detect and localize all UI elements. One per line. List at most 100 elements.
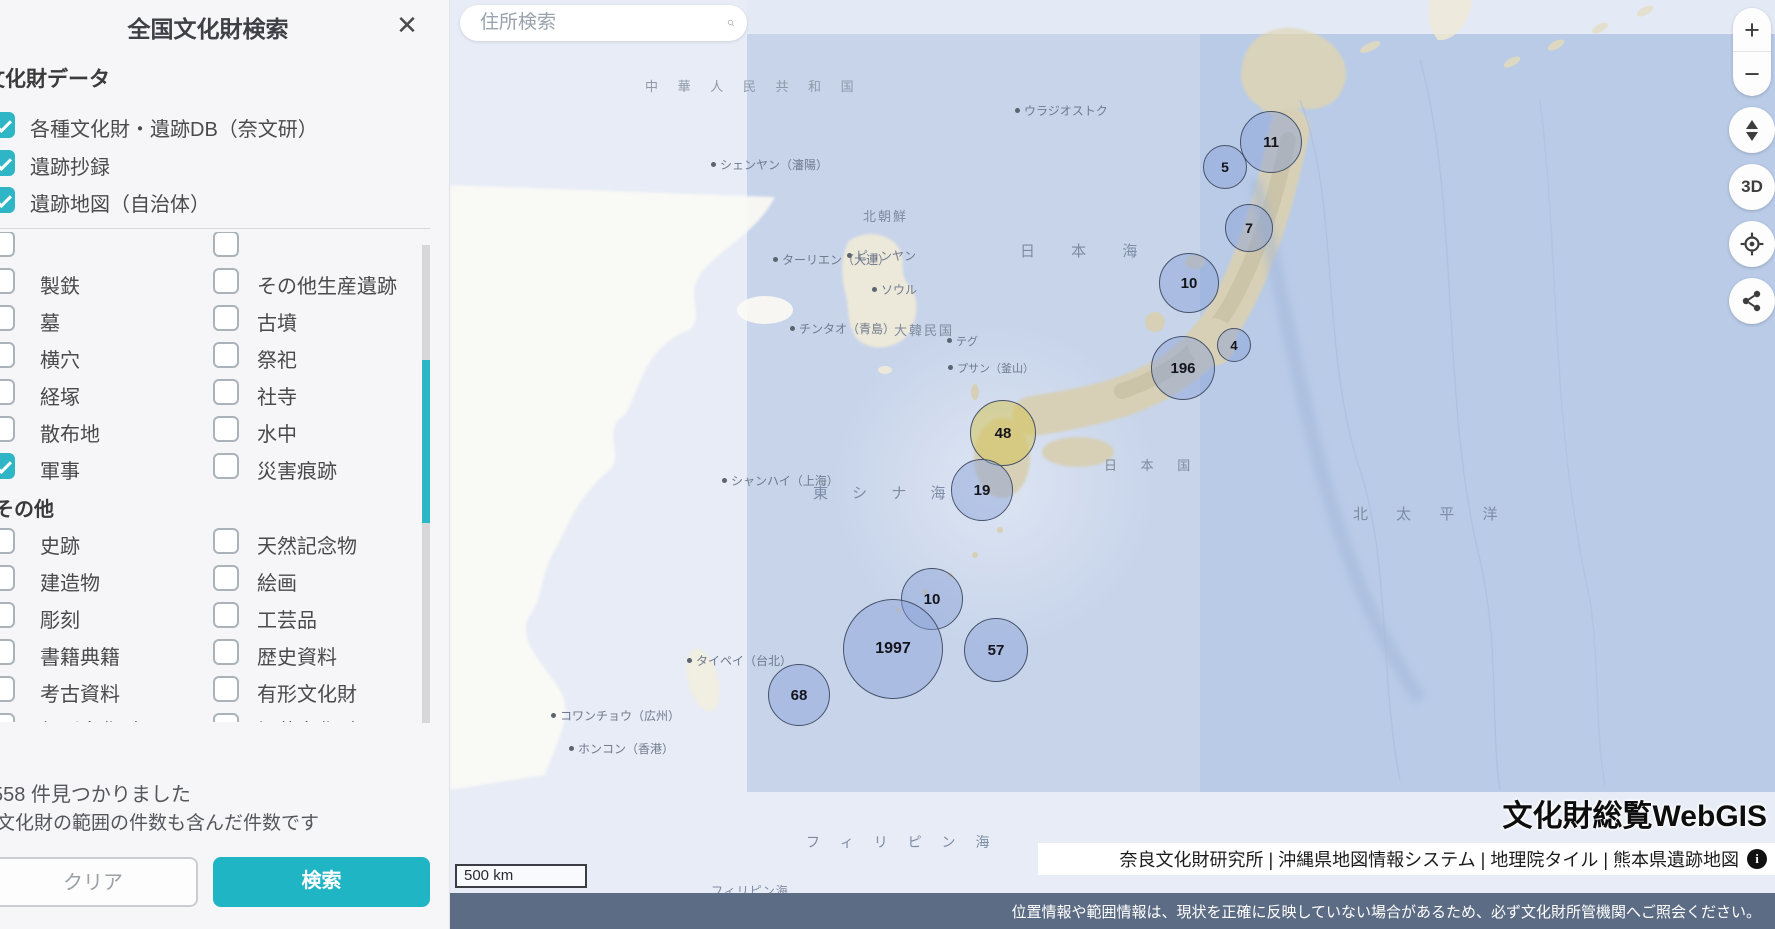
result-note: 文化財の範囲の件数も含んだ件数です [0,808,319,835]
search-icon[interactable] [727,11,735,35]
category-checkbox[interactable] [213,639,239,665]
category-checkbox[interactable] [0,565,15,591]
cluster-marker[interactable]: 4 [1217,328,1251,362]
geolocate-icon [1739,231,1765,257]
share-button[interactable] [1729,278,1775,324]
category-checkbox-gunji[interactable] [0,453,15,479]
category-label: 工芸品 [257,604,317,633]
category-checkbox[interactable] [213,528,239,554]
map-label-shenyang: シェンヤン（瀋陽） [711,156,828,173]
category-label: 社寺 [257,381,297,410]
cluster-marker[interactable]: 196 [1151,336,1215,400]
map-tile-haze-left [450,0,747,792]
address-search-box [460,5,747,41]
map-label-hongkong: ホンコン（香港） [569,740,674,757]
category-checkbox[interactable] [213,305,239,331]
category-checkbox[interactable] [0,676,15,702]
cluster-marker[interactable]: 11 [1240,111,1302,173]
category-checkbox[interactable] [213,268,239,294]
tilt-up-icon [1746,120,1758,129]
category-label: 史跡 [40,530,80,559]
category-row: 製鉄 その他生産遺跡 [0,263,450,300]
scrollbar[interactable] [422,245,430,723]
category-checkbox[interactable] [0,268,15,294]
category-checkbox[interactable] [0,379,15,405]
category-label: 古墳 [257,307,297,336]
attribution-text[interactable]: 奈良文化財研究所 | 沖縄県地図情報システム | 地理院タイル | 熊本県遺跡地… [1120,846,1740,872]
cluster-marker[interactable]: 19 [951,459,1013,521]
category-label: 散布地 [40,418,100,447]
category-checkbox[interactable] [213,232,239,257]
category-label: 有形文化財 [257,678,357,707]
close-icon[interactable]: ✕ [390,8,424,42]
category-checkbox[interactable] [0,342,15,368]
category-row: 軍事 災害痕跡 [0,448,450,485]
category-checkbox[interactable] [0,639,15,665]
map-label-china: 中 華 人 民 共 和 国 [645,76,862,95]
category-checkbox[interactable] [213,379,239,405]
category-label: 軍事 [40,455,80,484]
zoom-in-button[interactable]: + [1733,8,1771,52]
map-label-north-korea: 北朝鮮 [863,206,908,225]
category-row [0,232,450,263]
section-header-other: その他 [0,493,450,523]
category-checkbox[interactable] [213,713,239,722]
cluster-marker[interactable]: 57 [964,618,1028,682]
share-icon [1740,289,1764,313]
map-label-vladivostok: ウラジオストク [1015,102,1108,119]
category-checkbox[interactable] [213,416,239,442]
map-attribution: 奈良文化財研究所 | 沖縄県地図情報システム | 地理院タイル | 熊本県遺跡地… [1038,843,1775,875]
cluster-marker[interactable]: 1997 [843,599,943,699]
category-label: 建造物 [40,567,100,596]
scrollbar-thumb[interactable] [422,360,430,523]
category-label: その他生産遺跡 [257,270,397,299]
3d-toggle-button[interactable]: 3D [1729,164,1775,210]
cluster-marker[interactable]: 5 [1203,145,1247,189]
category-label: 墓 [40,307,60,336]
address-search-input[interactable] [478,11,727,35]
datasource-checkbox[interactable] [0,187,15,213]
category-checkbox[interactable] [213,676,239,702]
cluster-marker[interactable]: 68 [768,664,830,726]
tilt-down-icon [1746,132,1758,141]
category-row: 墓 古墳 [0,300,450,337]
category-checkbox[interactable] [213,602,239,628]
search-panel: 全国文化財検索 ✕ 文化財データ 各種文化財・遺跡DB（奈文研） 遺跡抄録 遺跡… [0,0,450,929]
geolocate-button[interactable] [1729,221,1775,267]
datasource-checkbox[interactable] [0,150,15,176]
cluster-marker-yellow[interactable]: 48 [970,400,1036,466]
app-window: 中 華 人 民 共 和 国 ウラジオストク シェンヤン（瀋陽） 北朝鮮 ピョンヤ… [0,0,1775,929]
info-icon[interactable]: i [1747,849,1767,869]
category-checkbox[interactable] [0,232,15,257]
category-checkbox[interactable] [0,528,15,554]
map-label-south-korea: 大韓民国 [894,320,954,339]
category-label: 書籍典籍 [40,641,120,670]
category-label: 彫刻 [40,604,80,633]
category-checkbox[interactable] [0,416,15,442]
map-label-daegu: テグ [947,333,978,349]
category-label: 考古資料 [40,678,120,707]
category-checkbox[interactable] [213,453,239,479]
cluster-marker[interactable]: 7 [1225,204,1273,252]
datasource-label: 遺跡抄録 [30,151,110,180]
category-checkbox[interactable] [213,342,239,368]
tilt-button[interactable] [1729,107,1775,153]
map-canvas[interactable]: 中 華 人 民 共 和 国 ウラジオストク シェンヤン（瀋陽） 北朝鮮 ピョンヤ… [450,0,1775,929]
category-checkbox[interactable] [0,305,15,331]
category-label: 天然記念物 [257,530,357,559]
search-button[interactable]: 検索 [213,857,430,907]
category-row: 散布地 水中 [0,411,450,448]
map-scale-bar: 500 km [455,864,587,888]
category-checkbox[interactable] [0,602,15,628]
category-label: 経塚 [40,381,80,410]
category-checkbox[interactable] [213,565,239,591]
cluster-marker[interactable]: 10 [1159,253,1219,313]
zoom-out-button[interactable]: − [1733,52,1771,96]
category-scroll-area[interactable]: 製鉄 その他生産遺跡 墓 古墳 横穴 祭祀 経塚 社寺 [0,232,450,722]
result-count: 558 件見つかりました [0,778,191,807]
category-row: 彫刻 工芸品 [0,597,450,634]
category-row: 横穴 祭祀 [0,337,450,374]
category-checkbox[interactable] [0,713,15,722]
datasource-checkbox[interactable] [0,112,15,138]
clear-button[interactable]: クリア [0,857,198,907]
